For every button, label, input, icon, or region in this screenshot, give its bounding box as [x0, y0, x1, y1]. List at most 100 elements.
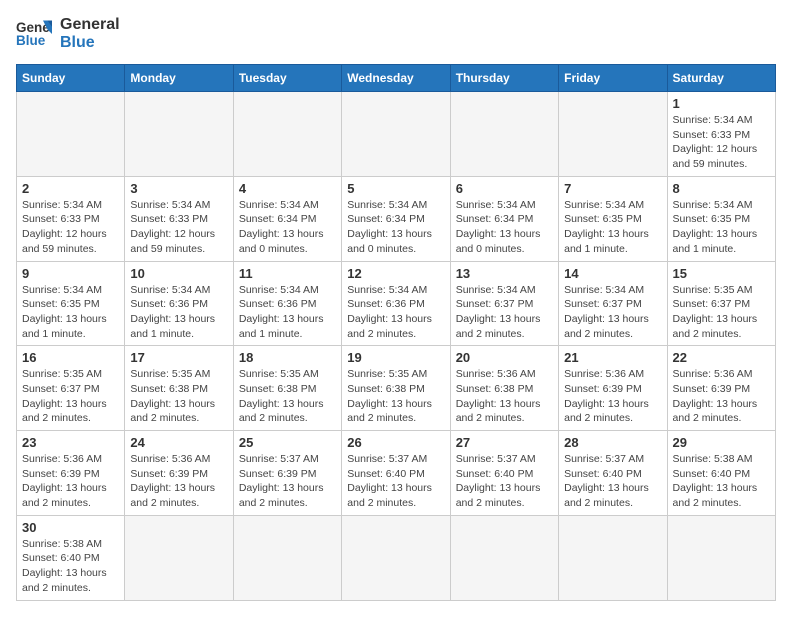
day-cell: 19Sunrise: 5:35 AMSunset: 6:38 PMDayligh…	[342, 346, 450, 431]
day-number: 26	[347, 435, 444, 450]
day-cell: 24 Sunrise: 5:36 AMSunset: 6:39 PMDayligh…	[125, 431, 233, 516]
day-number: 2	[22, 181, 119, 196]
day-info: Sunrise: 5:36 AMSunset: 6:39 PMDaylight:…	[564, 367, 661, 426]
day-cell: 18 Sunrise: 5:35 AMSunset: 6:38 PMDayligh…	[233, 346, 341, 431]
day-info: Sunrise: 5:34 AMSunset: 6:35 PMDaylight:…	[564, 198, 661, 257]
day-info: Sunrise: 5:36 AMSunset: 6:39 PMDaylight:…	[22, 452, 119, 511]
day-cell: 30Sunrise: 5:38 AMSunset: 6:40 PMDayligh…	[17, 515, 125, 600]
header-row: SundayMondayTuesdayWednesdayThursdayFrid…	[17, 65, 776, 92]
day-cell: 11Sunrise: 5:34 AMSunset: 6:36 PMDayligh…	[233, 261, 341, 346]
day-number: 15	[673, 266, 770, 281]
day-info: Sunrise: 5:35 AMSunset: 6:38 PMDaylight:…	[239, 367, 336, 426]
day-number: 8	[673, 181, 770, 196]
day-number: 24	[130, 435, 227, 450]
day-number: 29	[673, 435, 770, 450]
day-cell: 2 Sunrise: 5:34 AMSunset: 6:33 PMDaylight…	[17, 176, 125, 261]
day-cell: 9 Sunrise: 5:34 AMSunset: 6:35 PMDaylight…	[17, 261, 125, 346]
day-info: Sunrise: 5:34 AMSunset: 6:35 PMDaylight:…	[673, 198, 770, 257]
day-cell	[233, 92, 341, 177]
day-cell: 28 Sunrise: 5:37 AMSunset: 6:40 PMDayligh…	[559, 431, 667, 516]
day-cell: 14 Sunrise: 5:34 AMSunset: 6:37 PMDayligh…	[559, 261, 667, 346]
day-info: Sunrise: 5:34 AMSunset: 6:34 PMDaylight:…	[347, 198, 444, 257]
day-cell: 20Sunrise: 5:36 AMSunset: 6:38 PMDayligh…	[450, 346, 558, 431]
day-number: 7	[564, 181, 661, 196]
logo-icon: General Blue	[16, 16, 52, 52]
day-info: Sunrise: 5:37 AMSunset: 6:40 PMDaylight:…	[456, 452, 553, 511]
day-cell: 16Sunrise: 5:35 AMSunset: 6:37 PMDayligh…	[17, 346, 125, 431]
day-cell: 27 Sunrise: 5:37 AMSunset: 6:40 PMDayligh…	[450, 431, 558, 516]
week-row-5: 30Sunrise: 5:38 AMSunset: 6:40 PMDayligh…	[17, 515, 776, 600]
day-info: Sunrise: 5:34 AMSunset: 6:33 PMDaylight:…	[673, 113, 770, 172]
logo-general: General	[60, 16, 120, 34]
day-cell: 17Sunrise: 5:35 AMSunset: 6:38 PMDayligh…	[125, 346, 233, 431]
day-cell: 29 Sunrise: 5:38 AMSunset: 6:40 PMDayligh…	[667, 431, 775, 516]
day-cell: 25 Sunrise: 5:37 AMSunset: 6:39 PMDayligh…	[233, 431, 341, 516]
day-number: 10	[130, 266, 227, 281]
day-number: 4	[239, 181, 336, 196]
week-row-0: 1 Sunrise: 5:34 AMSunset: 6:33 PMDaylight…	[17, 92, 776, 177]
day-cell: 12 Sunrise: 5:34 AMSunset: 6:36 PMDayligh…	[342, 261, 450, 346]
day-number: 9	[22, 266, 119, 281]
header: General Blue General Blue	[16, 16, 776, 52]
day-cell	[342, 515, 450, 600]
day-info: Sunrise: 5:38 AMSunset: 6:40 PMDaylight:…	[22, 537, 119, 596]
day-info: Sunrise: 5:37 AMSunset: 6:39 PMDaylight:…	[239, 452, 336, 511]
day-info: Sunrise: 5:35 AMSunset: 6:38 PMDaylight:…	[130, 367, 227, 426]
day-number: 19	[347, 350, 444, 365]
day-cell	[125, 92, 233, 177]
day-cell: 21 Sunrise: 5:36 AMSunset: 6:39 PMDayligh…	[559, 346, 667, 431]
day-cell	[450, 92, 558, 177]
day-number: 27	[456, 435, 553, 450]
day-info: Sunrise: 5:37 AMSunset: 6:40 PMDaylight:…	[347, 452, 444, 511]
day-number: 18	[239, 350, 336, 365]
day-number: 28	[564, 435, 661, 450]
day-cell: 15 Sunrise: 5:35 AMSunset: 6:37 PMDayligh…	[667, 261, 775, 346]
day-number: 14	[564, 266, 661, 281]
day-info: Sunrise: 5:34 AMSunset: 6:35 PMDaylight:…	[22, 283, 119, 342]
day-cell	[667, 515, 775, 600]
day-info: Sunrise: 5:34 AMSunset: 6:37 PMDaylight:…	[564, 283, 661, 342]
day-number: 5	[347, 181, 444, 196]
day-info: Sunrise: 5:34 AMSunset: 6:36 PMDaylight:…	[347, 283, 444, 342]
day-number: 12	[347, 266, 444, 281]
day-cell	[342, 92, 450, 177]
day-number: 16	[22, 350, 119, 365]
day-cell	[125, 515, 233, 600]
day-info: Sunrise: 5:34 AMSunset: 6:33 PMDaylight:…	[22, 198, 119, 257]
day-cell: 22 Sunrise: 5:36 AMSunset: 6:39 PMDayligh…	[667, 346, 775, 431]
calendar-table: SundayMondayTuesdayWednesdayThursdayFrid…	[16, 64, 776, 601]
day-cell	[17, 92, 125, 177]
header-cell-wednesday: Wednesday	[342, 65, 450, 92]
day-cell: 5 Sunrise: 5:34 AMSunset: 6:34 PMDaylight…	[342, 176, 450, 261]
logo: General Blue General Blue	[16, 16, 120, 52]
day-cell	[450, 515, 558, 600]
header-cell-thursday: Thursday	[450, 65, 558, 92]
day-info: Sunrise: 5:34 AMSunset: 6:37 PMDaylight:…	[456, 283, 553, 342]
header-cell-tuesday: Tuesday	[233, 65, 341, 92]
calendar-body: 1 Sunrise: 5:34 AMSunset: 6:33 PMDaylight…	[17, 92, 776, 601]
header-cell-sunday: Sunday	[17, 65, 125, 92]
day-number: 22	[673, 350, 770, 365]
day-info: Sunrise: 5:36 AMSunset: 6:39 PMDaylight:…	[673, 367, 770, 426]
header-cell-monday: Monday	[125, 65, 233, 92]
day-cell	[233, 515, 341, 600]
day-info: Sunrise: 5:38 AMSunset: 6:40 PMDaylight:…	[673, 452, 770, 511]
logo-blue: Blue	[60, 34, 120, 52]
day-number: 3	[130, 181, 227, 196]
day-info: Sunrise: 5:36 AMSunset: 6:39 PMDaylight:…	[130, 452, 227, 511]
day-info: Sunrise: 5:35 AMSunset: 6:37 PMDaylight:…	[673, 283, 770, 342]
svg-text:Blue: Blue	[16, 33, 46, 48]
week-row-1: 2 Sunrise: 5:34 AMSunset: 6:33 PMDaylight…	[17, 176, 776, 261]
day-cell: 23Sunrise: 5:36 AMSunset: 6:39 PMDayligh…	[17, 431, 125, 516]
day-info: Sunrise: 5:34 AMSunset: 6:33 PMDaylight:…	[130, 198, 227, 257]
day-info: Sunrise: 5:37 AMSunset: 6:40 PMDaylight:…	[564, 452, 661, 511]
day-number: 11	[239, 266, 336, 281]
day-info: Sunrise: 5:34 AMSunset: 6:34 PMDaylight:…	[456, 198, 553, 257]
day-cell	[559, 515, 667, 600]
day-number: 21	[564, 350, 661, 365]
day-number: 6	[456, 181, 553, 196]
day-number: 20	[456, 350, 553, 365]
day-number: 1	[673, 96, 770, 111]
day-number: 25	[239, 435, 336, 450]
day-cell: 10Sunrise: 5:34 AMSunset: 6:36 PMDayligh…	[125, 261, 233, 346]
